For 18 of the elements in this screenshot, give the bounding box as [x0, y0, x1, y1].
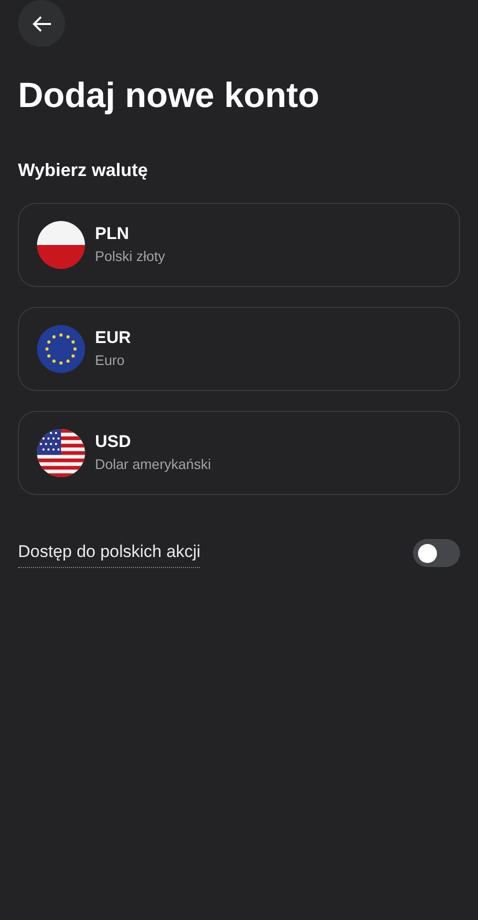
currency-code: PLN — [95, 223, 130, 245]
setting-label[interactable]: Dostęp do polskich akcji — [18, 539, 200, 568]
currency-code: USD — [95, 431, 132, 453]
page-title: Dodaj nowe konto — [18, 75, 320, 117]
currency-name: Polski złoty — [95, 247, 166, 266]
eu-flag-icon — [37, 325, 85, 373]
currency-name: Euro — [95, 351, 126, 370]
currency-name: Dolar amerykański — [95, 455, 211, 474]
us-flag-icon — [37, 429, 85, 477]
currency-card[interactable]: USD Dolar amerykański — [18, 411, 460, 495]
poland-flag-icon — [37, 221, 85, 269]
currency-card[interactable]: EUR Euro — [18, 307, 460, 391]
toggle-switch[interactable] — [413, 539, 460, 568]
back-button[interactable] — [18, 0, 65, 47]
section-heading: Wybierz walutę — [18, 159, 149, 182]
back-icon — [32, 16, 52, 32]
currency-card[interactable]: PLN Polski złoty — [18, 203, 460, 287]
currency-code: EUR — [95, 327, 131, 349]
